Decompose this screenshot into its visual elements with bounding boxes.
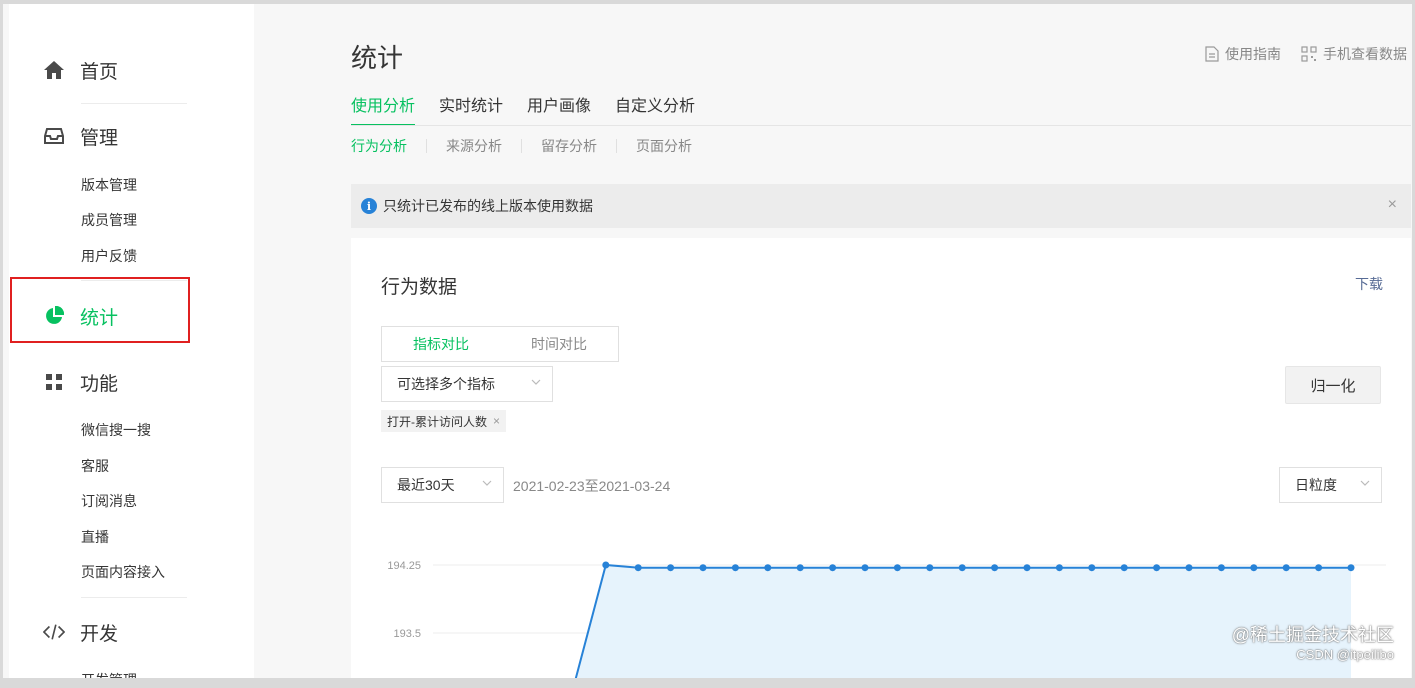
tab-usage-analysis[interactable]: 使用分析: [351, 96, 416, 126]
data-point[interactable]: [538, 684, 545, 688]
chevron-down-icon: [482, 480, 492, 486]
data-point[interactable]: [1088, 564, 1096, 572]
data-point[interactable]: [1250, 564, 1258, 572]
behavior-chart: 193.5 194.25: [387, 560, 1386, 688]
data-point[interactable]: [1153, 564, 1161, 572]
data-point[interactable]: [1282, 564, 1290, 572]
tab-user-portrait[interactable]: 用户画像: [527, 96, 591, 126]
sidebar-divider: [81, 597, 187, 598]
tag-remove-icon[interactable]: ×: [493, 414, 500, 428]
download-link[interactable]: 下载: [1355, 274, 1383, 294]
sidebar-subitem[interactable]: 版本管理: [81, 175, 137, 195]
mobile-view-label: 手机查看数据: [1323, 46, 1407, 62]
subtab-behavior[interactable]: 行为分析: [351, 136, 407, 156]
qrcode-icon: [1301, 46, 1317, 62]
close-icon[interactable]: ×: [1388, 196, 1397, 214]
sub-tabs: 行为分析 来源分析 留存分析 页面分析: [351, 136, 692, 156]
metric-select[interactable]: 可选择多个指标: [381, 366, 553, 402]
info-icon: i: [361, 198, 377, 214]
data-point[interactable]: [893, 564, 901, 572]
data-point[interactable]: [1347, 564, 1355, 572]
y-tick-label: 194.25: [387, 560, 421, 572]
subtab-retention[interactable]: 留存分析: [541, 136, 597, 156]
y-tick-label: 193.5: [393, 628, 421, 640]
data-point[interactable]: [731, 564, 739, 572]
notice-text: 只统计已发布的线上版本使用数据: [383, 198, 593, 214]
sidebar-subitem[interactable]: 页面内容接入: [81, 562, 165, 582]
home-icon: [43, 59, 65, 81]
data-point[interactable]: [829, 564, 837, 572]
chevron-down-icon: [531, 379, 541, 385]
sidebar-subitem[interactable]: 客服: [81, 456, 109, 476]
sidebar-subitem[interactable]: 直播: [81, 527, 109, 547]
watermark-line-2: CSDN @itpeilibo: [1296, 647, 1394, 662]
tab-realtime-stats[interactable]: 实时统计: [439, 96, 503, 126]
chevron-down-icon: [1360, 480, 1370, 486]
main-tabs: 使用分析 实时统计 用户画像 自定义分析: [351, 96, 695, 126]
data-point[interactable]: [1185, 564, 1193, 572]
selected-metric-label: 打开-累计访问人数: [387, 414, 487, 429]
sidebar-subitem[interactable]: 开发管理: [81, 670, 137, 678]
tabs-divider: [351, 125, 1411, 126]
data-point[interactable]: [796, 564, 804, 572]
series-area: [575, 565, 1351, 678]
data-point[interactable]: [699, 564, 707, 572]
normalize-button[interactable]: 归一化: [1285, 366, 1381, 404]
granularity-select-value: 日粒度: [1295, 477, 1337, 493]
notice-bar: i 只统计已发布的线上版本使用数据 ×: [351, 184, 1411, 228]
data-point[interactable]: [764, 564, 772, 572]
metric-compare-tab[interactable]: 指标对比: [382, 327, 500, 361]
metric-select-placeholder: 可选择多个指标: [397, 376, 495, 392]
sidebar-divider: [81, 103, 187, 104]
selected-metric-tag: 打开-累计访问人数 ×: [381, 410, 507, 432]
guide-link[interactable]: 使用指南: [1205, 44, 1281, 64]
tab-custom-analysis[interactable]: 自定义分析: [615, 96, 695, 126]
sidebar-item-label: 管理: [80, 127, 119, 149]
compare-toggle: 指标对比 时间对比: [381, 326, 619, 362]
data-point[interactable]: [1023, 564, 1031, 572]
data-point[interactable]: [667, 564, 675, 572]
granularity-select[interactable]: 日粒度: [1279, 467, 1382, 503]
app-frame: 首页 管理 版本管理 成员管理 用户反馈 统计 功能 微信搜一搜 客服 订阅消息: [0, 0, 1415, 688]
subtab-separator: [521, 139, 522, 153]
guide-link-label: 使用指南: [1225, 46, 1281, 62]
watermark: @稀土掘金技术社区 CSDN @itpeilibo: [1232, 621, 1394, 662]
period-select[interactable]: 最近30天: [381, 467, 504, 503]
data-point[interactable]: [861, 564, 869, 572]
code-icon: [43, 621, 65, 643]
subtab-separator: [426, 139, 427, 153]
page-title: 统计: [351, 43, 404, 73]
subtab-page[interactable]: 页面分析: [636, 136, 692, 156]
data-point[interactable]: [634, 564, 642, 572]
data-point[interactable]: [1315, 564, 1323, 572]
subtab-source[interactable]: 来源分析: [446, 136, 502, 156]
data-point[interactable]: [991, 564, 999, 572]
watermark-line-1: @稀土掘金技术社区: [1231, 625, 1394, 645]
sidebar-item-label: 首页: [80, 61, 119, 83]
subtab-separator: [616, 139, 617, 153]
inbox-icon: [43, 125, 65, 147]
sidebar-subitem[interactable]: 订阅消息: [81, 491, 137, 511]
sidebar-subitem[interactable]: 用户反馈: [81, 246, 137, 266]
data-point[interactable]: [1120, 564, 1128, 572]
data-point[interactable]: [570, 684, 577, 688]
data-point[interactable]: [1217, 564, 1225, 572]
sidebar-subitem[interactable]: 成员管理: [81, 210, 137, 230]
period-select-value: 最近30天: [397, 477, 455, 493]
time-compare-tab[interactable]: 时间对比: [500, 327, 618, 361]
data-point[interactable]: [926, 564, 934, 572]
sidebar-item-label: 开发: [80, 623, 119, 645]
data-point[interactable]: [602, 561, 610, 569]
highlight-box: [10, 277, 190, 343]
document-icon: [1205, 46, 1219, 62]
date-range-text: 2021-02-23至2021-03-24: [513, 478, 671, 494]
sidebar-item-label: 功能: [80, 373, 119, 395]
sidebar-subitem[interactable]: 微信搜一搜: [81, 420, 151, 440]
card-title: 行为数据: [381, 277, 458, 298]
grid-icon: [43, 371, 65, 393]
data-point[interactable]: [1055, 564, 1063, 572]
mobile-view-link[interactable]: 手机查看数据: [1301, 44, 1407, 64]
data-point[interactable]: [958, 564, 966, 572]
